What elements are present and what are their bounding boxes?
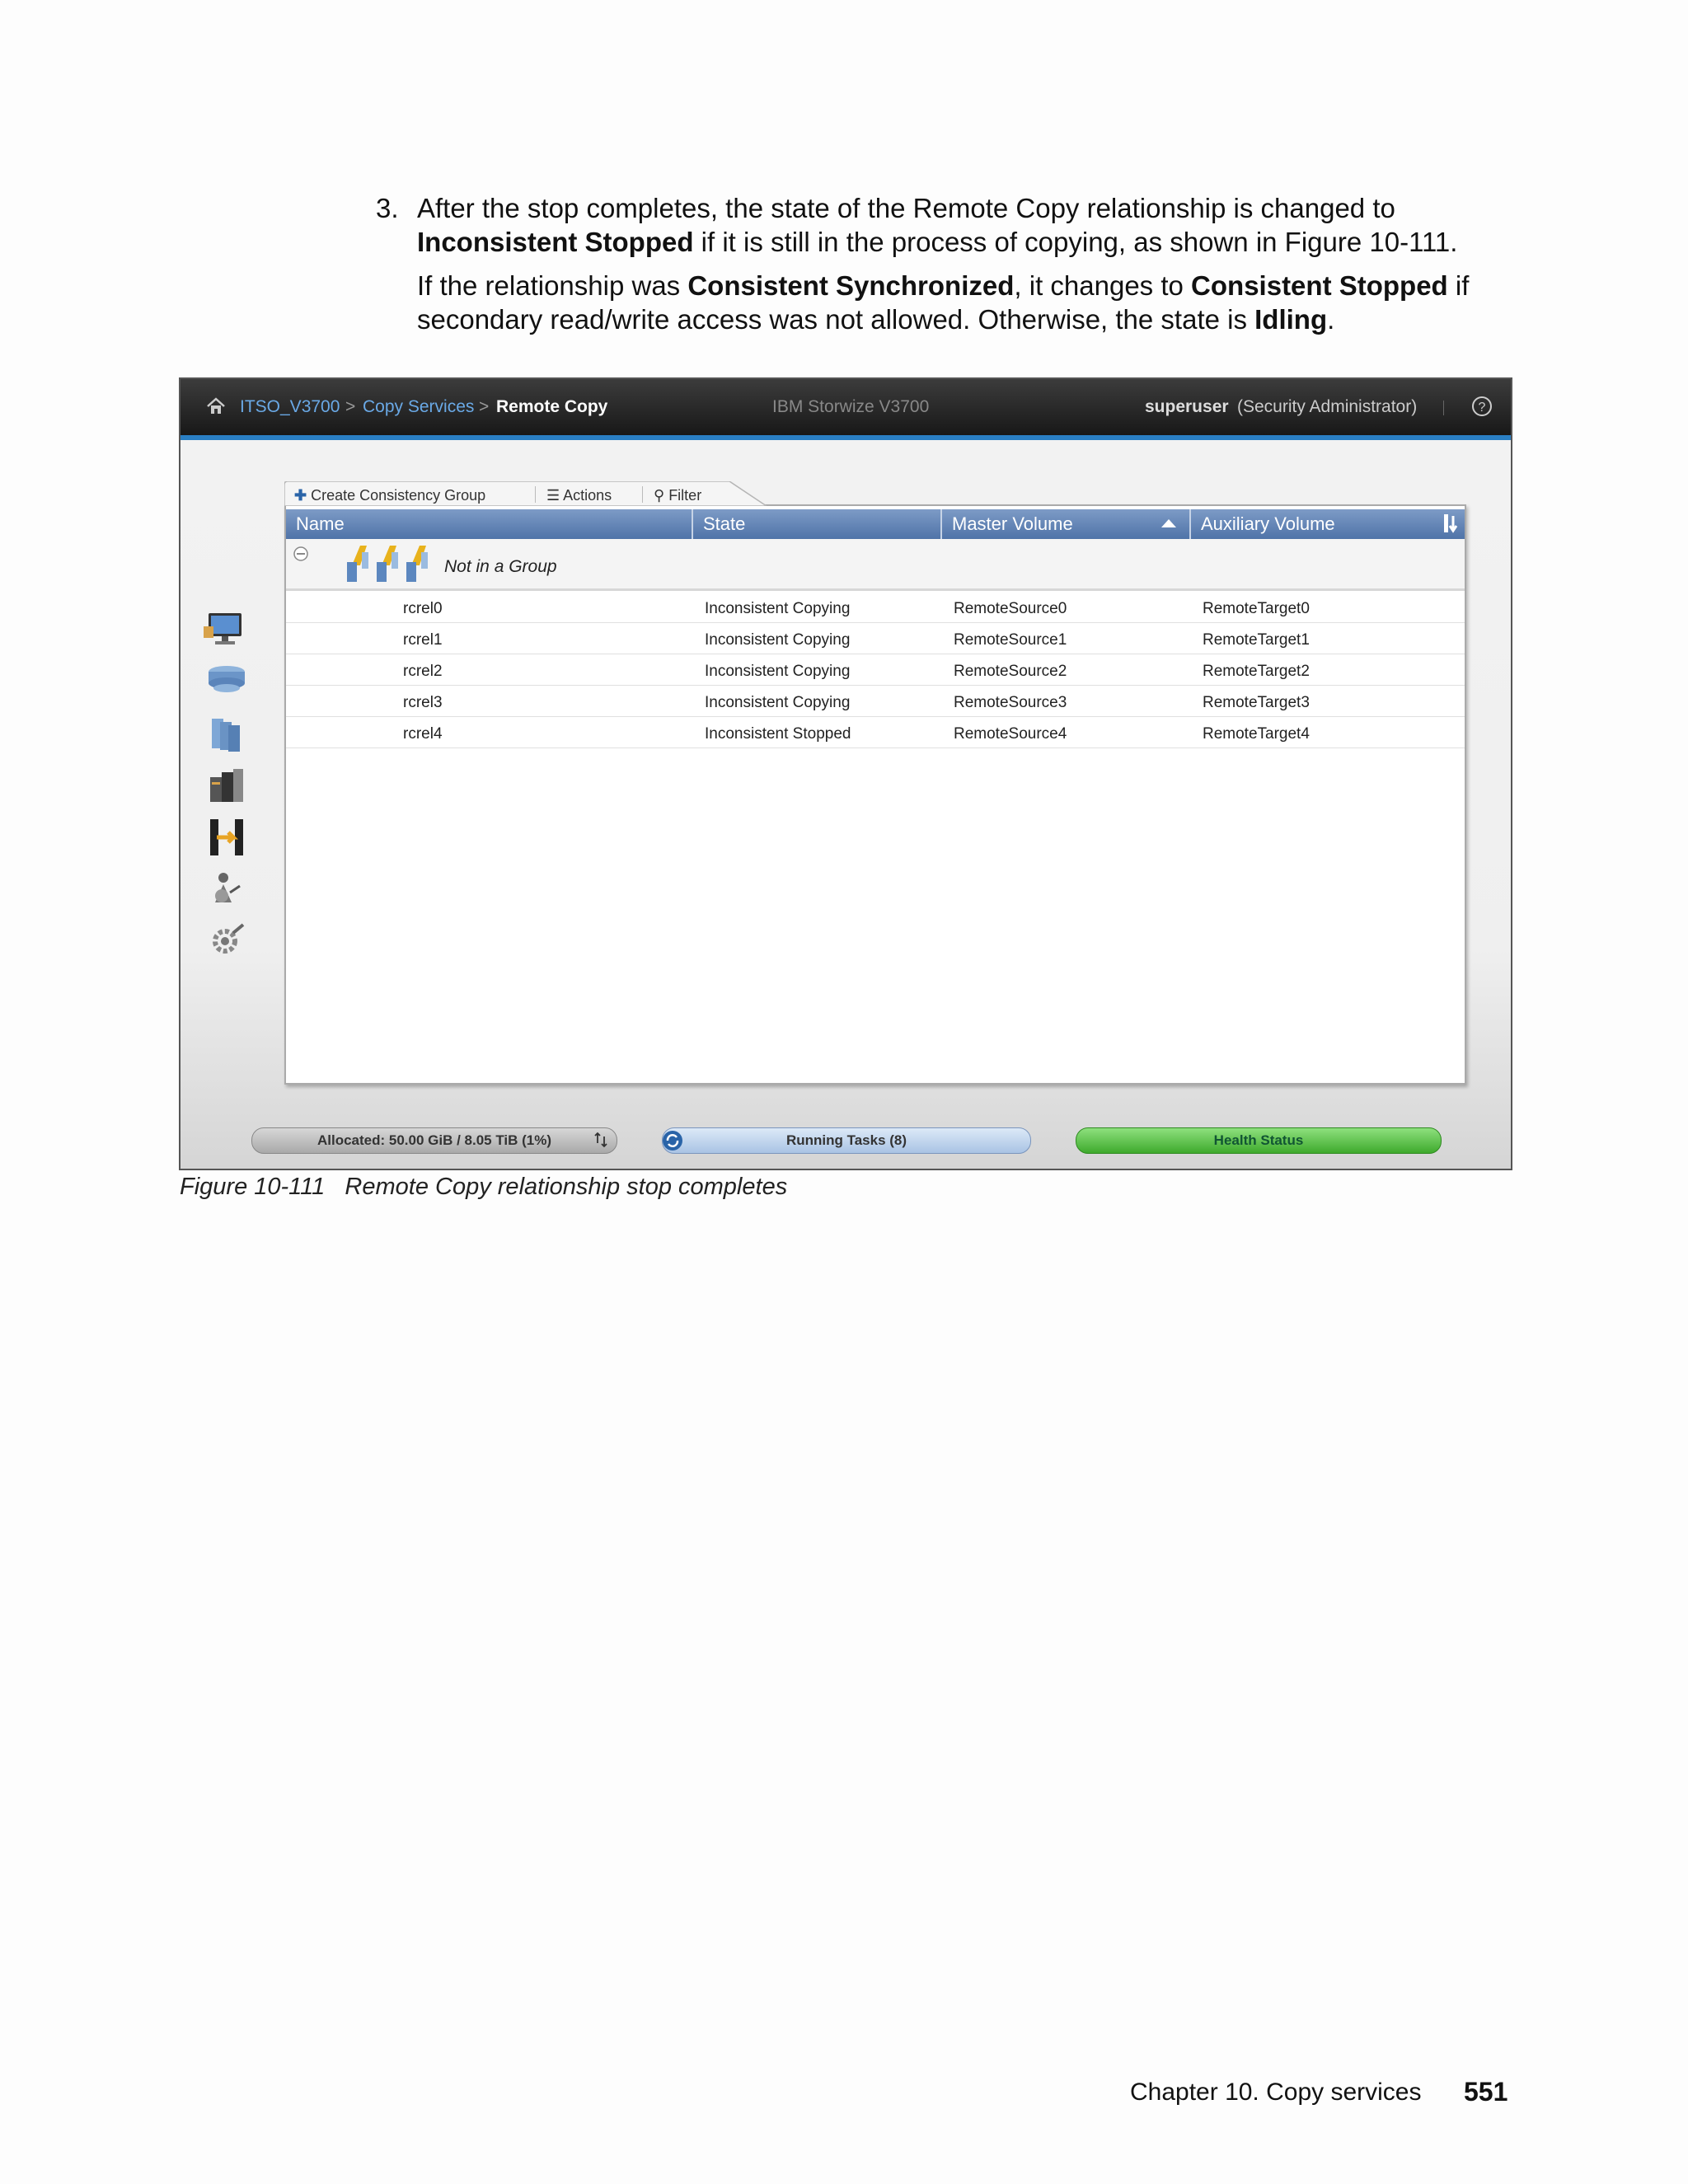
- relationship-state: Inconsistent Copying: [705, 694, 851, 711]
- relationship-state: Inconsistent Stopped: [705, 725, 851, 743]
- bold-term: Consistent Stopped: [1191, 270, 1448, 301]
- master-volume: RemoteSource0: [954, 600, 1067, 617]
- health-status[interactable]: Health Status: [1076, 1127, 1442, 1154]
- master-volume: RemoteSource2: [954, 663, 1067, 680]
- text-run: .: [1327, 304, 1335, 335]
- running-tasks-status[interactable]: Running Tasks (8): [662, 1127, 1031, 1154]
- relationship-name: rcrel0: [403, 600, 443, 617]
- column-header-name[interactable]: Name: [286, 509, 693, 539]
- table-row[interactable]: rcrel4 Inconsistent Stopped RemoteSource4 R…: [286, 716, 1465, 748]
- refresh-icon: [663, 1131, 682, 1151]
- allocation-text: Allocated: 50.00 GiB / 8.05 TiB (1%): [316, 1132, 552, 1148]
- relationship-name: rcrel1: [403, 631, 443, 649]
- side-navigation: [197, 610, 256, 973]
- auxiliary-volume: RemoteTarget2: [1203, 663, 1310, 680]
- top-bar: ITSO_V3700 > Copy Services > Remote Copy…: [181, 379, 1511, 435]
- monitoring-icon[interactable]: [202, 610, 251, 651]
- plus-icon: ✚: [294, 487, 312, 504]
- column-config-icon[interactable]: [1442, 513, 1461, 536]
- toolbar: ✚ Create Consistency Group ☰ Actions ⚲ F…: [284, 481, 767, 506]
- bold-term: Inconsistent Stopped: [417, 227, 694, 257]
- running-tasks-text: Running Tasks (8): [785, 1132, 907, 1148]
- bold-term: Consistent Synchronized: [687, 270, 1015, 301]
- status-bar: Allocated: 50.00 GiB / 8.05 TiB (1%) Run…: [181, 1118, 1511, 1169]
- auxiliary-volume: RemoteTarget1: [1203, 631, 1310, 649]
- help-icon[interactable]: ?: [1471, 396, 1493, 417]
- text-run: After the stop completes, the state of t…: [417, 193, 1395, 223]
- group-row[interactable]: Not in a Group: [286, 539, 1465, 591]
- master-volume: RemoteSource4: [954, 725, 1067, 743]
- relationship-name: rcrel2: [403, 663, 443, 680]
- table-row[interactable]: rcrel2 Inconsistent Copying RemoteSource2 R…: [286, 654, 1465, 686]
- table-row[interactable]: rcrel0 Inconsistent Copying RemoteSource0 R…: [286, 591, 1465, 623]
- create-label: Create Consistency Group: [311, 487, 486, 504]
- column-header-master-volume[interactable]: Master Volume: [942, 509, 1191, 539]
- table-header: Name State Master Volume Auxiliary Volum…: [286, 509, 1465, 539]
- auxiliary-volume: RemoteTarget0: [1203, 600, 1310, 617]
- breadcrumb-separator: >: [479, 397, 490, 416]
- breadcrumb-current: Remote Copy: [496, 397, 608, 416]
- master-volume: RemoteSource1: [954, 631, 1067, 649]
- settings-icon[interactable]: [202, 921, 251, 963]
- search-icon: ⚲: [654, 487, 669, 504]
- text-run: If the relationship was: [417, 270, 688, 301]
- user-name[interactable]: superuser: [1145, 397, 1229, 417]
- paragraph-2: If the relationship was Consistent Synch…: [417, 269, 1522, 336]
- list-icon: ☰: [546, 487, 564, 504]
- access-icon[interactable]: [202, 869, 251, 911]
- pools-icon[interactable]: [202, 662, 251, 703]
- breadcrumb-copy-services[interactable]: Copy Services: [363, 397, 474, 417]
- filter-label: Filter: [668, 487, 702, 504]
- sort-ascending-icon: [1161, 519, 1176, 527]
- actions-button[interactable]: ☰ Actions: [546, 487, 612, 504]
- volumes-icon[interactable]: [202, 714, 251, 755]
- relationship-state: Inconsistent Copying: [705, 663, 851, 680]
- expand-arrows-icon[interactable]: [593, 1132, 608, 1148]
- table-row[interactable]: rcrel1 Inconsistent Copying RemoteSource1 R…: [286, 622, 1465, 654]
- text-run: , it changes to: [1014, 270, 1192, 301]
- user-role: (Security Administrator): [1237, 397, 1418, 416]
- master-volume-label: Master Volume: [952, 513, 1073, 534]
- home-icon[interactable]: [205, 396, 227, 417]
- health-status-text: Health Status: [1213, 1132, 1304, 1148]
- auxiliary-volume: RemoteTarget4: [1203, 725, 1310, 743]
- product-name: IBM Storwize V3700: [772, 397, 930, 416]
- page-number: 551: [1464, 2077, 1508, 2107]
- relationship-name: rcrel4: [403, 725, 443, 743]
- toolbar-divider: [535, 486, 536, 503]
- footer-chapter: Chapter 10. Copy services: [1130, 2079, 1422, 2106]
- auxiliary-volume: RemoteTarget3: [1203, 694, 1310, 711]
- figure-caption: Figure 10-111 Remote Copy relationship s…: [180, 1174, 788, 1200]
- bold-term: Idling: [1254, 304, 1328, 335]
- text-run: if it is still in the process of copying…: [693, 227, 1458, 257]
- collapse-icon[interactable]: [293, 546, 309, 562]
- hosts-icon[interactable]: [202, 766, 251, 807]
- consistency-group-icon: [347, 546, 428, 582]
- allocation-status[interactable]: Allocated: 50.00 GiB / 8.05 TiB (1%): [251, 1127, 617, 1154]
- breadcrumb-separator: >: [345, 397, 356, 416]
- paragraph-1: After the stop completes, the state of t…: [417, 191, 1522, 259]
- step-number: 3.: [376, 193, 399, 223]
- svg-text:?: ?: [1479, 401, 1486, 415]
- auxiliary-volume-label: Auxiliary Volume: [1201, 513, 1335, 534]
- screenshot-figure: ITSO_V3700 > Copy Services > Remote Copy…: [179, 377, 1512, 1170]
- actions-label: Actions: [563, 487, 612, 504]
- filter-button[interactable]: ⚲ Filter: [654, 487, 701, 504]
- relationship-state: Inconsistent Copying: [705, 631, 851, 649]
- table-row[interactable]: rcrel3 Inconsistent Copying RemoteSource3 R…: [286, 685, 1465, 717]
- create-consistency-group-button[interactable]: ✚ Create Consistency Group: [294, 487, 485, 504]
- breadcrumb-root[interactable]: ITSO_V3700: [240, 397, 340, 417]
- relationship-state: Inconsistent Copying: [705, 600, 851, 617]
- divider: [1443, 401, 1444, 415]
- copy-services-icon[interactable]: [202, 818, 251, 859]
- toolbar-divider: [642, 486, 643, 503]
- column-header-state[interactable]: State: [693, 509, 942, 539]
- relationship-name: rcrel3: [403, 694, 443, 711]
- column-header-auxiliary-volume[interactable]: Auxiliary Volume: [1191, 509, 1465, 539]
- master-volume: RemoteSource3: [954, 694, 1067, 711]
- group-label: Not in a Group: [444, 557, 557, 576]
